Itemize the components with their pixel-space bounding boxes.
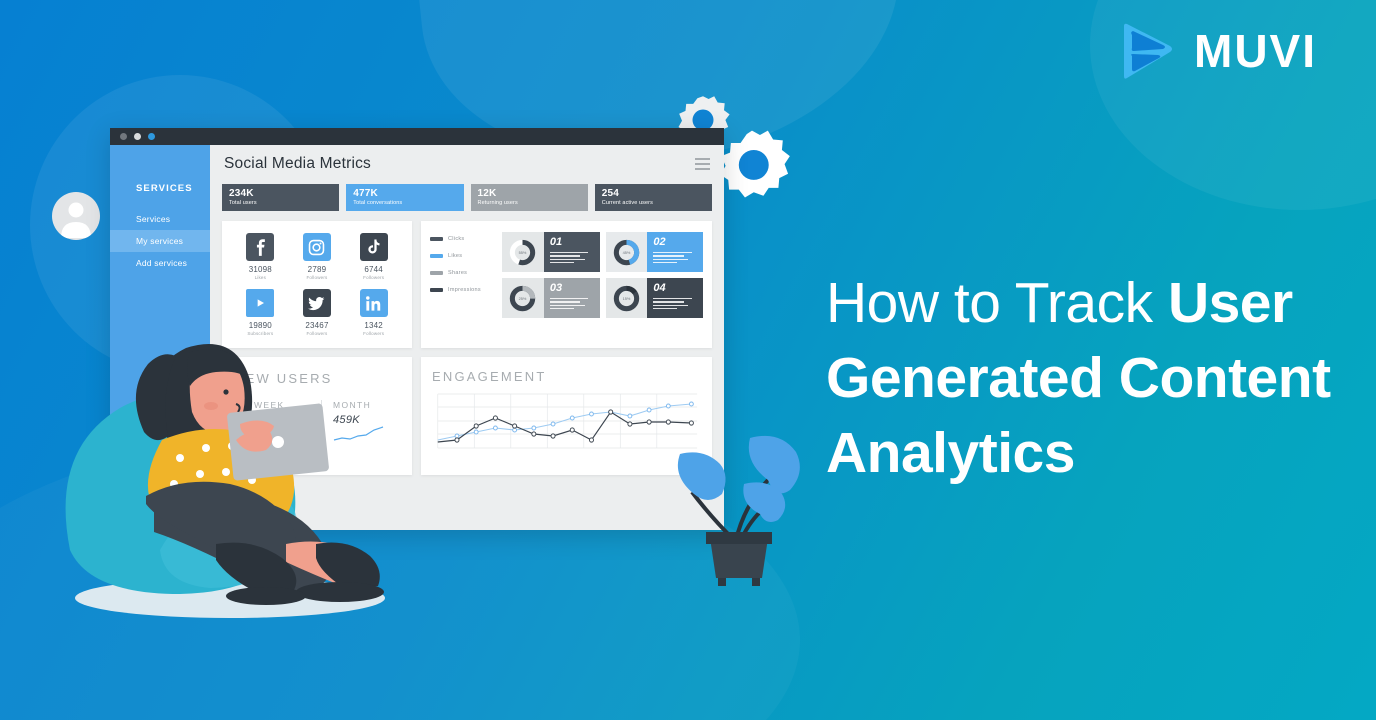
woman-with-tablet-illustration bbox=[65, 344, 385, 618]
browser-titlebar bbox=[110, 128, 724, 145]
donut-chart-02: 45% bbox=[605, 232, 648, 272]
poster-canvas: MUVI How to Track User Generated Content… bbox=[0, 0, 1376, 720]
social-cell-facebook[interactable]: 31098 Likes bbox=[246, 233, 275, 280]
legend-label: Clicks bbox=[448, 236, 465, 242]
donut-percent: 55% bbox=[519, 249, 527, 254]
legend-label: Impressions bbox=[448, 287, 481, 293]
stat-label: Total users bbox=[229, 200, 257, 206]
stat-tiles: 234K Total users 477K Total conversation… bbox=[220, 184, 714, 211]
donut-info-03: 03 bbox=[543, 278, 600, 318]
donut-chart-03: 25% bbox=[502, 278, 544, 318]
donut-percent: 25% bbox=[519, 295, 527, 300]
social-cell-instagram[interactable]: 2789 Followers bbox=[302, 233, 331, 280]
page-title: How to Track User Generated Content Anal… bbox=[826, 266, 1346, 492]
donut-info-01: 01 bbox=[543, 232, 600, 272]
window-dot-minimize[interactable] bbox=[134, 133, 141, 140]
stat-value: 477K bbox=[353, 188, 378, 199]
muvi-play-mark-icon bbox=[1124, 23, 1172, 79]
stat-label: Returning users bbox=[477, 200, 518, 206]
headline-light: How to Track bbox=[826, 271, 1168, 335]
user-avatar-icon bbox=[61, 202, 91, 238]
donut-card-02[interactable]: 45% 02 bbox=[605, 232, 703, 272]
engagement-line-chart bbox=[437, 393, 698, 449]
sidebar-item-add-services[interactable]: Add services bbox=[110, 252, 210, 274]
donut-percent: 15% bbox=[623, 295, 631, 300]
metrics-panel: Clicks Likes Shares Impressions 55% 01 4… bbox=[421, 221, 712, 348]
donut-cards: 55% 01 45% 02 25% 03 15% 04 bbox=[502, 232, 703, 318]
stat-label: Current active users bbox=[601, 200, 653, 206]
donut-number: 03 bbox=[549, 282, 563, 294]
social-cell-tiktok[interactable]: 6744 Followers bbox=[359, 233, 388, 280]
legend-swatch bbox=[430, 271, 443, 275]
social-value: 31098 bbox=[248, 265, 272, 274]
social-label: Followers bbox=[306, 275, 328, 280]
stat-value: 12K bbox=[477, 188, 497, 199]
stat-value: 254 bbox=[601, 188, 620, 199]
dashboard-title: Social Media Metrics bbox=[224, 155, 371, 172]
social-value: 2789 bbox=[307, 265, 327, 274]
donut-number: 02 bbox=[653, 236, 666, 248]
sidebar-item-services[interactable]: Services bbox=[110, 208, 210, 230]
donut-text-lines bbox=[653, 252, 697, 264]
stat-value: 234K bbox=[229, 188, 254, 199]
donut-text-lines bbox=[653, 298, 697, 310]
social-label: Followers bbox=[363, 275, 385, 280]
stat-tile-current-active-users[interactable]: 254 Current active users bbox=[594, 184, 712, 211]
stat-label: Total conversations bbox=[353, 200, 403, 206]
donut-text-lines bbox=[549, 252, 594, 264]
legend-item-clicks: Clicks bbox=[430, 236, 494, 242]
social-value: 6744 bbox=[364, 265, 383, 274]
stat-tile-total-conversations[interactable]: 477K Total conversations bbox=[346, 184, 464, 211]
sidebar-item-my-services[interactable]: My services bbox=[110, 230, 210, 252]
sidebar-heading: SERVICES bbox=[136, 183, 193, 194]
stat-tile-total-users[interactable]: 234K Total users bbox=[222, 184, 340, 211]
donut-info-04: 04 bbox=[647, 278, 703, 318]
engagement-title: ENGAGEMENT bbox=[432, 369, 547, 384]
monstera-plant-icon bbox=[677, 435, 800, 586]
tiktok-icon bbox=[359, 233, 388, 261]
donut-card-03[interactable]: 25% 03 bbox=[502, 278, 600, 318]
legend-swatch bbox=[430, 288, 443, 292]
legend-swatch bbox=[430, 254, 443, 258]
donut-chart-04: 15% bbox=[605, 278, 648, 318]
user-avatar[interactable] bbox=[52, 192, 100, 240]
social-label: Likes bbox=[254, 275, 267, 280]
window-dot-maximize[interactable] bbox=[148, 133, 155, 140]
donut-card-04[interactable]: 15% 04 bbox=[605, 278, 703, 318]
donut-text-lines bbox=[549, 298, 594, 310]
donut-number: 01 bbox=[549, 236, 563, 248]
window-dot-close[interactable] bbox=[120, 133, 127, 140]
donut-chart-01: 55% bbox=[502, 232, 544, 272]
legend-label: Shares bbox=[448, 270, 468, 276]
legend-item-shares: Shares bbox=[430, 270, 494, 276]
donut-info-02: 02 bbox=[647, 232, 703, 272]
donut-card-01[interactable]: 55% 01 bbox=[502, 232, 600, 272]
legend-swatch bbox=[430, 237, 443, 241]
donut-number: 04 bbox=[653, 282, 666, 294]
legend-item-impressions: Impressions bbox=[430, 287, 494, 293]
legend-item-likes: Likes bbox=[430, 253, 494, 259]
legend-label: Likes bbox=[448, 253, 463, 259]
instagram-icon bbox=[302, 233, 331, 261]
donut-percent: 45% bbox=[623, 249, 631, 254]
hamburger-icon[interactable] bbox=[695, 157, 710, 171]
facebook-icon bbox=[246, 233, 275, 261]
logo-wordmark: MUVI bbox=[1194, 25, 1317, 77]
stat-tile-returning-users[interactable]: 12K Returning users bbox=[470, 184, 588, 211]
muvi-logo[interactable]: MUVI bbox=[1118, 22, 1317, 80]
dashboard-header: Social Media Metrics bbox=[220, 153, 714, 173]
